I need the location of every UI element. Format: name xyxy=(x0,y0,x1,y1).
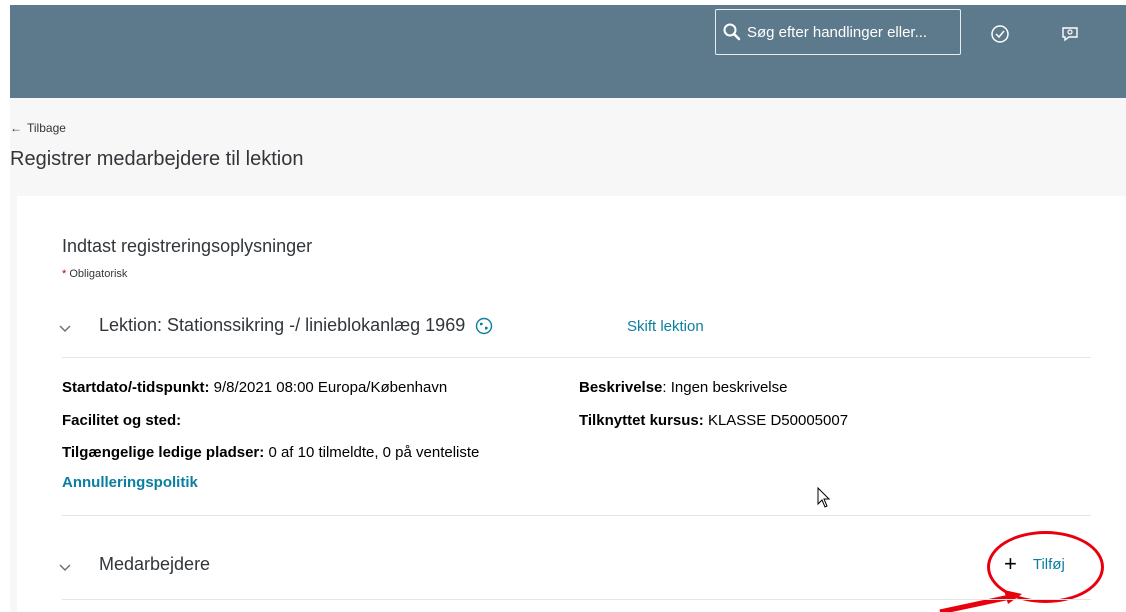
divider xyxy=(62,599,1091,600)
annotation-arrow xyxy=(939,590,1022,612)
